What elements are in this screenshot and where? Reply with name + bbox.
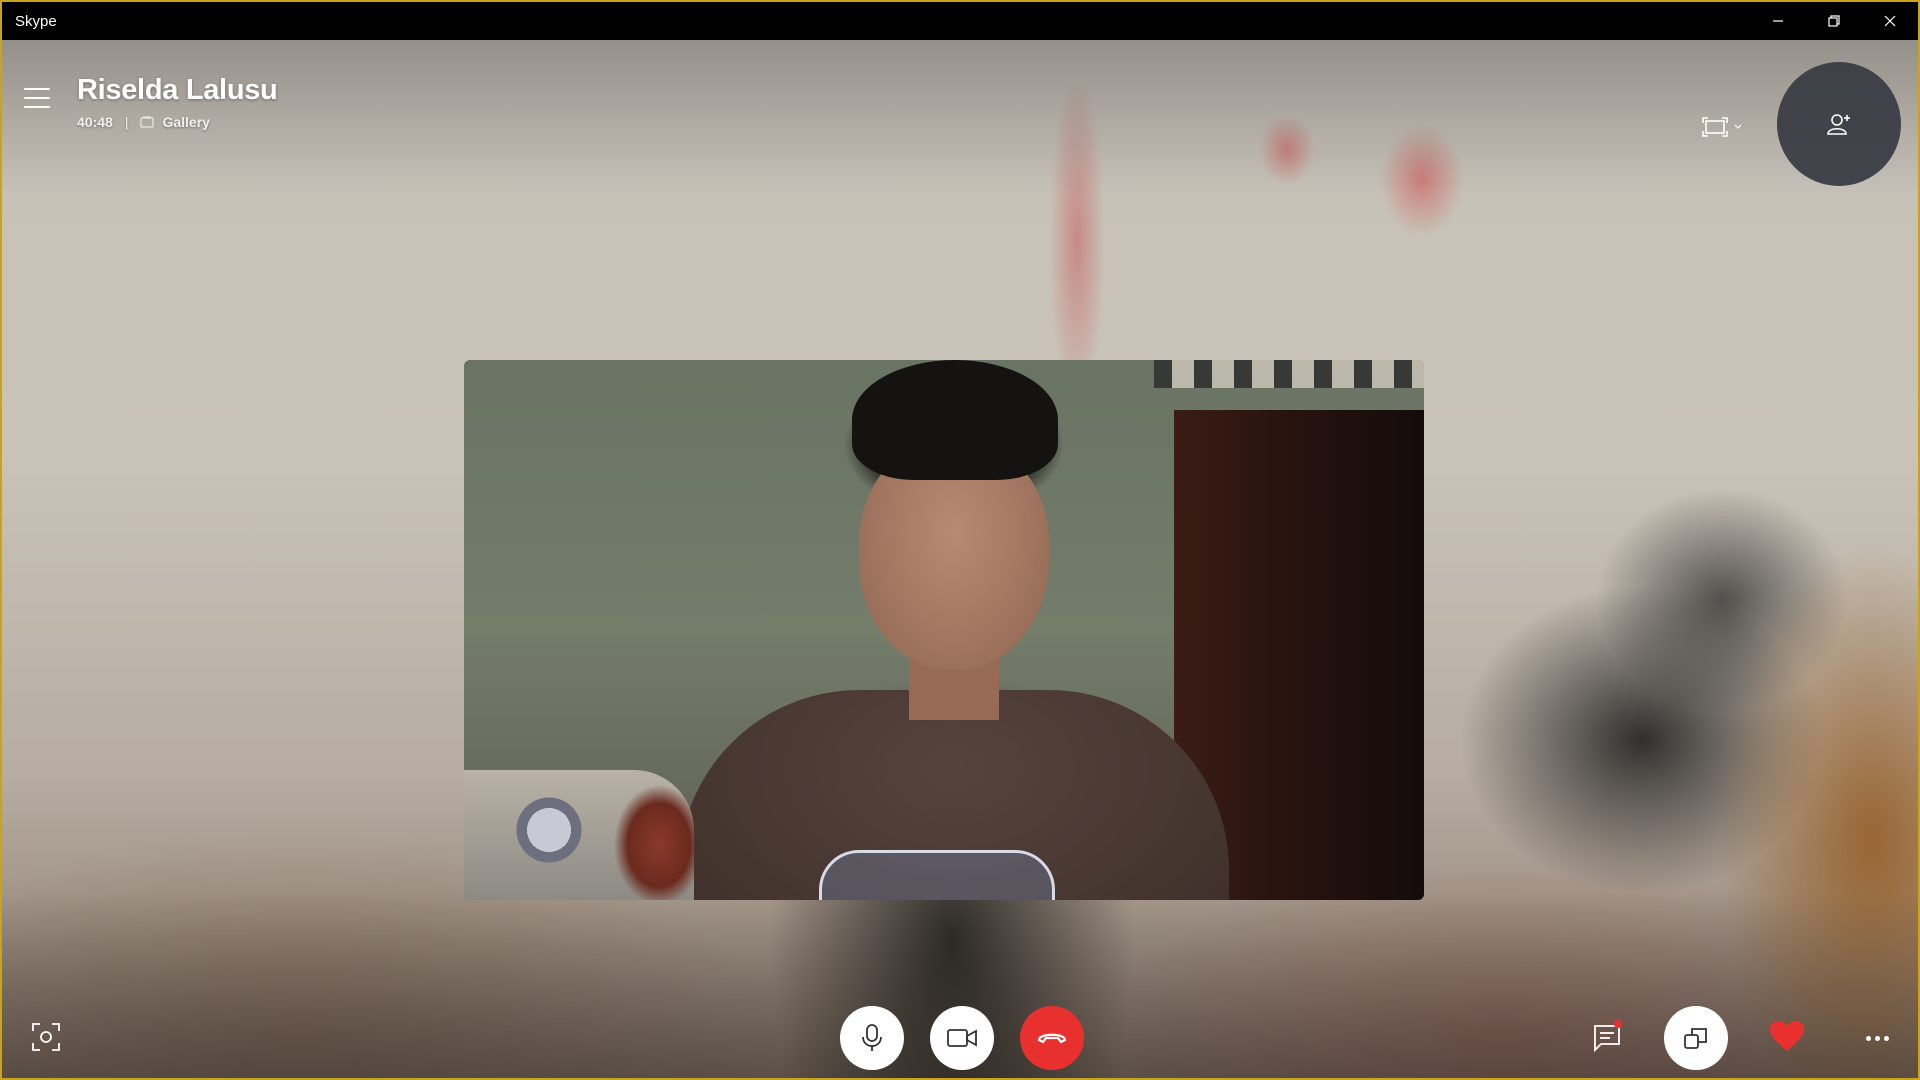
video-person-hair — [852, 360, 1058, 480]
chevron-down-icon — [1734, 124, 1742, 129]
hamburger-line — [24, 106, 50, 108]
more-dot — [1883, 1035, 1889, 1041]
more-options-icon — [1865, 1035, 1871, 1041]
heart-icon — [1770, 1021, 1804, 1051]
skype-window: Skype Riselda Lalusu 40:48 | Gallery — [0, 0, 1920, 1080]
remote-video-feed — [464, 360, 1424, 900]
mute-button[interactable] — [840, 1006, 904, 1070]
more-options-button[interactable] — [1859, 1024, 1895, 1052]
video-shirt-print — [819, 850, 1055, 900]
meta-separator: | — [124, 114, 129, 130]
hang-up-icon — [1037, 1033, 1067, 1044]
minimize-button[interactable] — [1750, 2, 1806, 40]
react-button[interactable] — [1767, 1018, 1807, 1056]
menu-button[interactable] — [24, 88, 50, 110]
restore-icon — [1828, 15, 1840, 27]
snapshot-button[interactable] — [29, 1020, 63, 1054]
chat-notification-dot — [1614, 1020, 1622, 1028]
end-call-button[interactable] — [1020, 1006, 1084, 1070]
hamburger-menu-icon — [24, 88, 50, 90]
caller-name: Riselda Lalusu — [77, 74, 278, 106]
switch-view-button[interactable] — [1664, 1006, 1728, 1070]
view-mode-label[interactable]: Gallery — [162, 114, 209, 130]
video-pillow — [464, 770, 694, 900]
microphone-icon — [862, 1024, 882, 1051]
minimize-icon — [1773, 20, 1783, 22]
restore-button[interactable] — [1806, 2, 1862, 40]
hamburger-line — [24, 97, 50, 99]
more-dot — [1874, 1035, 1880, 1041]
title-bar: Skype — [2, 2, 1918, 40]
call-meta: 40:48 | Gallery — [77, 114, 210, 130]
close-button[interactable] — [1862, 2, 1918, 40]
layout-button[interactable] — [1702, 114, 1750, 140]
video-window-frame — [1154, 360, 1424, 388]
chat-button[interactable] — [1590, 1020, 1624, 1054]
screen-layout-icon — [1702, 117, 1728, 137]
add-person-icon — [1827, 114, 1850, 135]
video-camera-icon — [947, 1029, 977, 1047]
close-icon — [1884, 15, 1896, 27]
call-stage: Riselda Lalusu 40:48 | Gallery — [2, 40, 1918, 1078]
window-controls — [1750, 2, 1918, 40]
gallery-icon — [140, 116, 155, 128]
add-people-button[interactable] — [1777, 62, 1901, 186]
video-toggle-button[interactable] — [930, 1006, 994, 1070]
camera-snapshot-icon — [32, 1023, 60, 1051]
call-duration: 40:48 — [77, 114, 113, 130]
window-title: Skype — [15, 12, 57, 30]
switch-view-icon — [1684, 1028, 1707, 1049]
